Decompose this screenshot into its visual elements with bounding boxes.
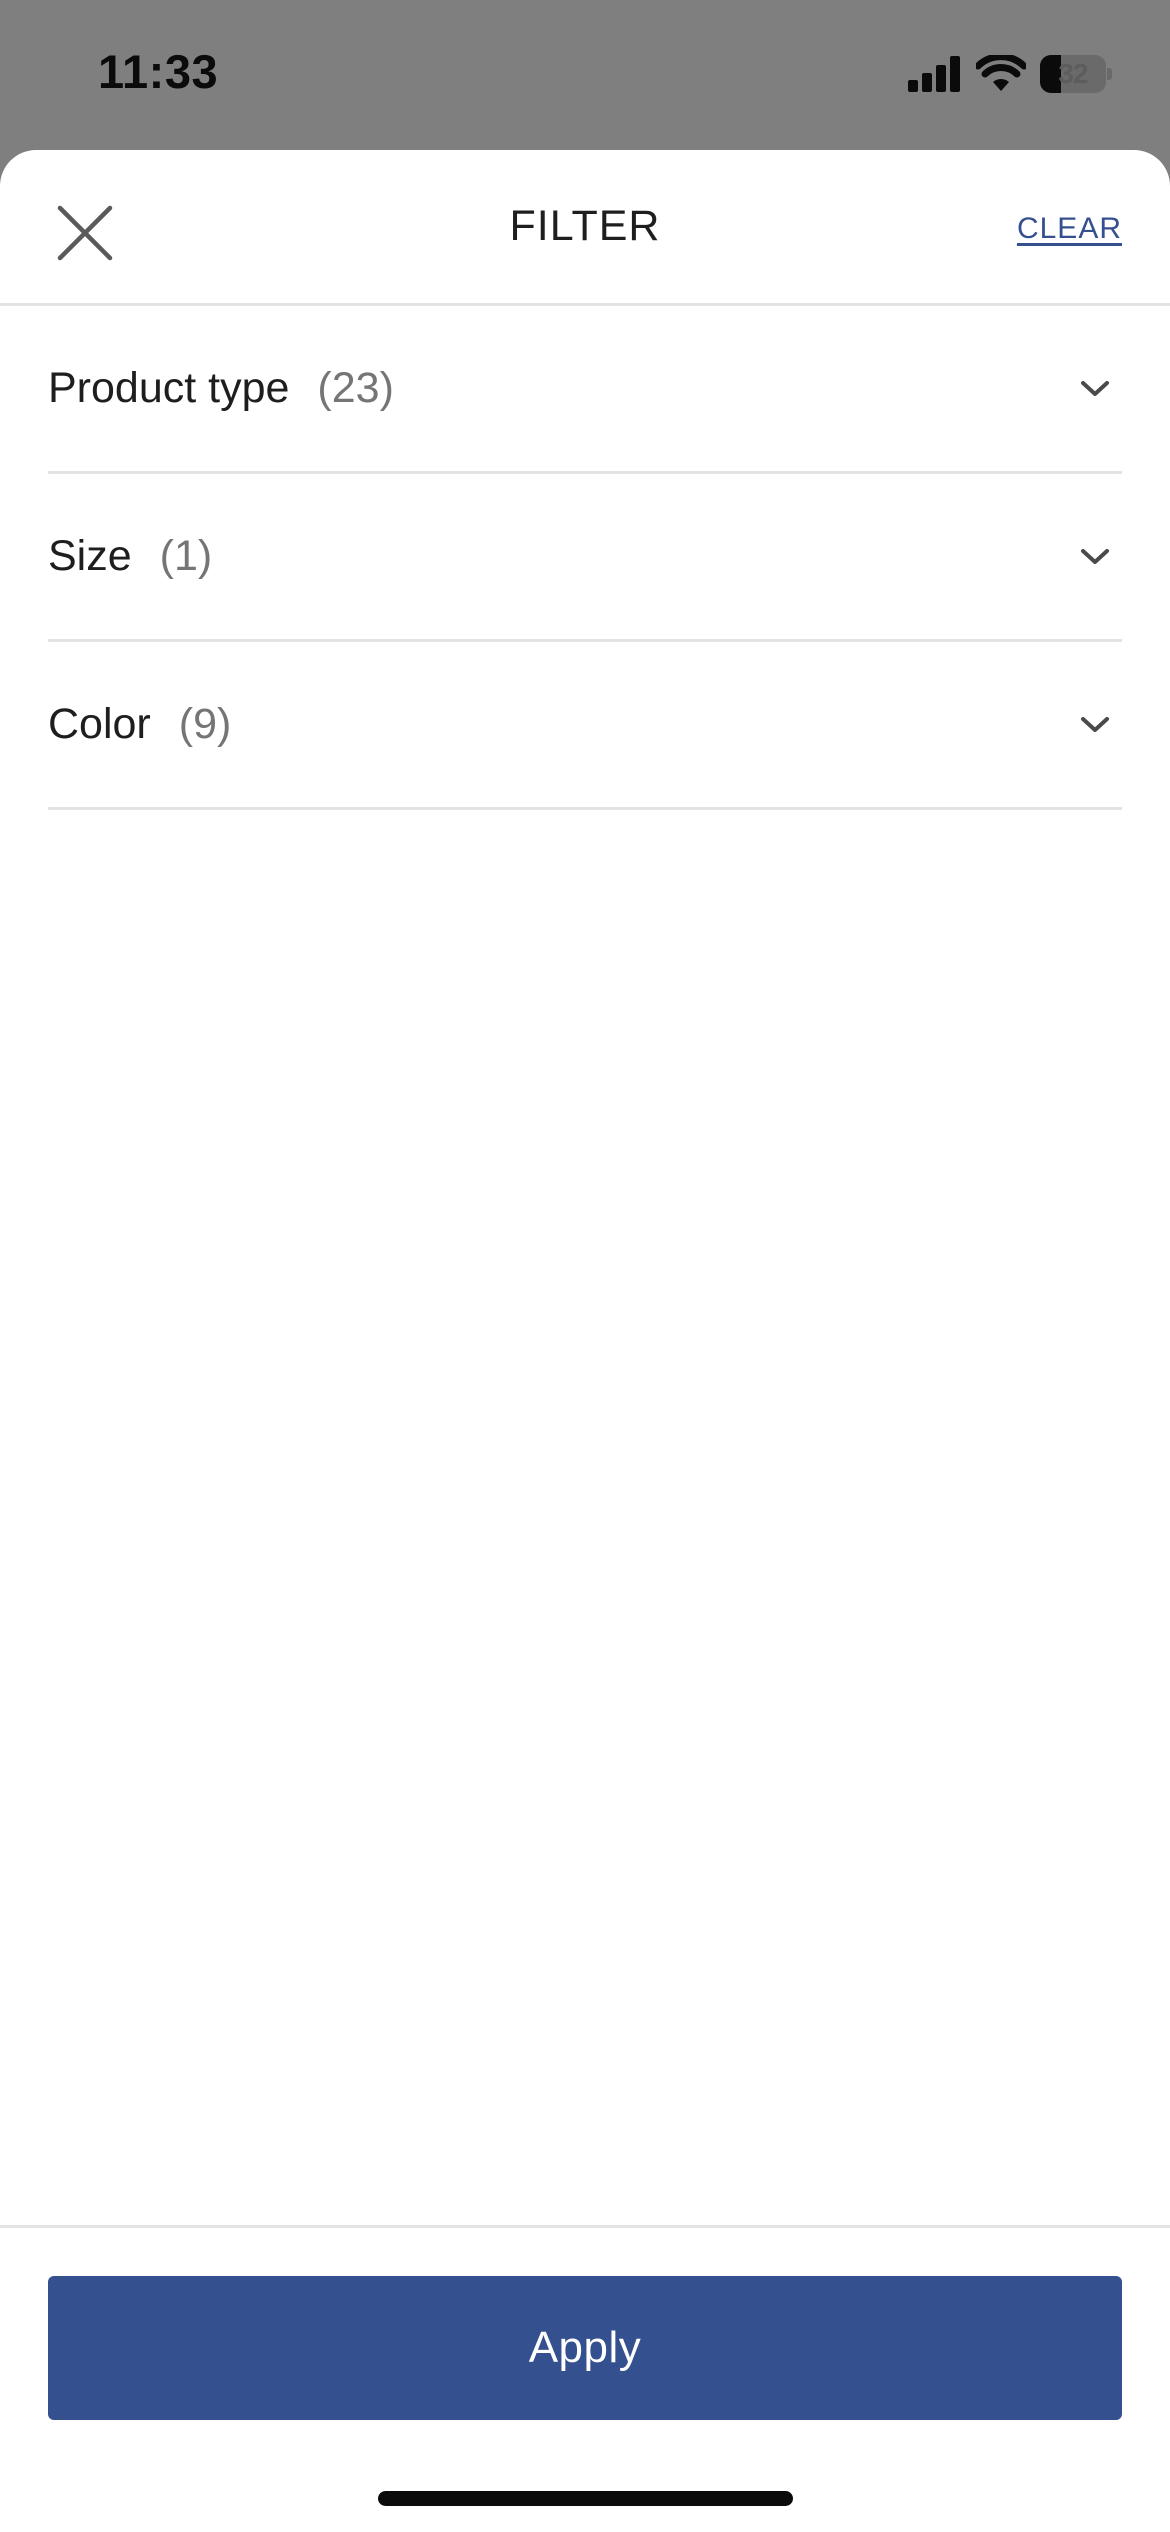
filter-count: (23) [317,364,394,412]
close-button[interactable] [40,190,130,280]
filter-count: (1) [159,532,213,580]
status-time: 11:33 [98,45,219,98]
close-icon [56,204,114,267]
battery-percent: 32 [1058,58,1088,89]
wifi-icon [976,55,1026,93]
filter-count: (9) [178,700,232,748]
filter-label: Size [48,532,132,580]
battery-icon: 32 [1040,55,1112,93]
apply-button[interactable]: Apply [48,2276,1122,2420]
clear-filters-link[interactable]: CLEAR [1017,212,1122,246]
filter-sheet: FILTER CLEAR Product type (23) Size (1) [0,150,1170,2532]
filter-label: Product type [48,364,290,412]
chevron-down-icon [1080,715,1110,735]
filter-list: Product type (23) Size (1) Color (9) [48,306,1122,810]
page-title: FILTER [509,202,661,250]
home-indicator [378,2491,793,2506]
cellular-signal-icon [908,56,962,92]
chevron-down-icon [1080,547,1110,567]
status-icons: 32 [908,50,1112,98]
filter-label: Color [48,700,151,748]
sheet-header: FILTER CLEAR [0,150,1170,306]
chevron-down-icon [1080,379,1110,399]
status-bar: 11:33 32 [0,0,1170,150]
filter-row-color[interactable]: Color (9) [48,642,1122,810]
sheet-footer: Apply [0,2225,1170,2532]
filter-row-product-type[interactable]: Product type (23) [48,306,1122,474]
filter-row-size[interactable]: Size (1) [48,474,1122,642]
